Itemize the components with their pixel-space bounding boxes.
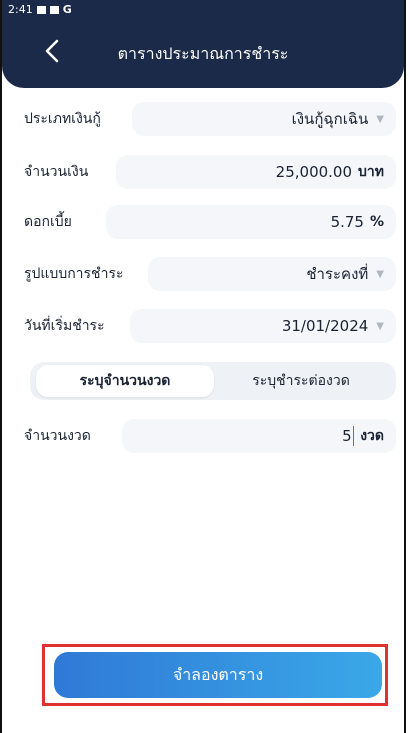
- interest-unit: %: [369, 214, 384, 230]
- interest-row: ดอกเบี้ย 5.75 %: [24, 204, 396, 240]
- tab-specify-installments[interactable]: ระบุจำนวนงวด: [36, 365, 214, 397]
- loan-type-value: เงินกู้ฉุกเฉิน: [291, 110, 369, 128]
- payment-type-select[interactable]: ชำระคงที่ ▼: [148, 257, 396, 291]
- installments-unit: งวด: [360, 428, 384, 444]
- notification-icon-2: [49, 5, 59, 14]
- payment-type-label: รูปแบบการชำระ: [24, 266, 124, 282]
- carrier-label: G: [62, 3, 72, 16]
- tab-specify-payment-per-installment[interactable]: ระบุชำระต่องวด: [212, 365, 390, 397]
- simulate-schedule-button[interactable]: จำลองตาราง: [54, 652, 382, 698]
- notification-icon: [36, 5, 46, 14]
- interest-label: ดอกเบี้ย: [24, 214, 72, 230]
- installments-value: 5: [342, 427, 352, 445]
- interest-value: 5.75: [330, 213, 364, 231]
- installments-row: จำนวนงวด 5 งวด: [24, 418, 396, 454]
- chevron-down-icon: ▼: [376, 320, 384, 332]
- start-date-label: วันที่เริ่มชำระ: [24, 318, 105, 334]
- amount-field[interactable]: 25,000.00 บาท: [116, 155, 396, 189]
- amount-unit: บาท: [358, 164, 384, 180]
- installments-input[interactable]: 5 งวด: [122, 419, 396, 453]
- text-cursor: [352, 426, 355, 446]
- payment-type-row: รูปแบบการชำระ ชำระคงที่ ▼: [24, 256, 396, 292]
- amount-value: 25,000.00: [275, 163, 353, 181]
- loan-type-row: ประเภทเงินกู้ เงินกู้ฉุกเฉิน ▼: [24, 101, 396, 137]
- chevron-down-icon: ▼: [376, 113, 384, 125]
- loan-type-select[interactable]: เงินกู้ฉุกเฉิน ▼: [132, 102, 396, 136]
- status-bar: 2:41 G: [8, 3, 72, 16]
- interest-field[interactable]: 5.75 %: [106, 205, 396, 239]
- loan-type-label: ประเภทเงินกู้: [24, 111, 101, 127]
- installments-label: จำนวนงวด: [24, 428, 91, 444]
- status-time: 2:41: [8, 3, 33, 16]
- installment-mode-toggle: ระบุจำนวนงวด ระบุชำระต่องวด: [30, 362, 396, 400]
- payment-type-value: ชำระคงที่: [306, 265, 369, 283]
- header-bar: 2:41 G ตารางประมาณการชำระ: [2, 0, 404, 88]
- amount-row: จำนวนเงิน 25,000.00 บาท: [24, 154, 396, 190]
- amount-label: จำนวนเงิน: [24, 164, 89, 180]
- chevron-down-icon: ▼: [376, 268, 384, 280]
- page-title: ตารางประมาณการชำระ: [117, 44, 289, 63]
- start-date-value: 31/01/2024: [281, 317, 369, 335]
- start-date-row: วันที่เริ่มชำระ 31/01/2024 ▼: [24, 308, 396, 344]
- start-date-select[interactable]: 31/01/2024 ▼: [130, 309, 396, 343]
